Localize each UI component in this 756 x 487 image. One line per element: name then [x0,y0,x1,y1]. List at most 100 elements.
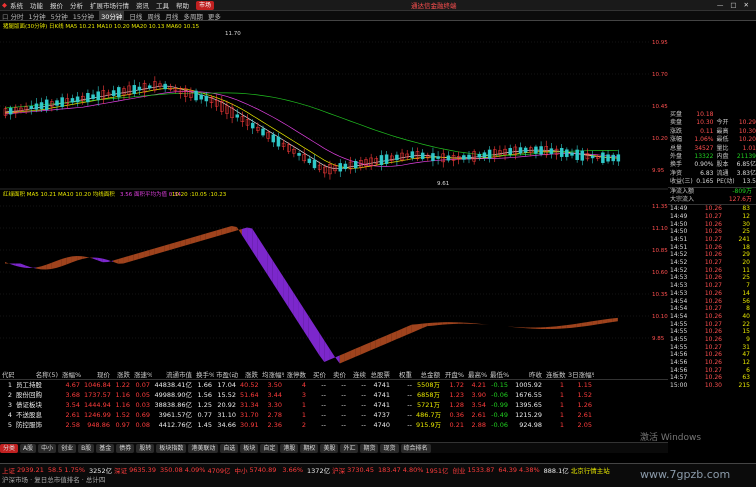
column-header[interactable]: 总股票 [368,371,392,379]
menu-item-ext-market[interactable]: 扩展市场行情 [90,0,129,10]
candle-body [379,155,384,166]
category-tab[interactable]: 中小 [38,443,57,453]
column-header[interactable]: 涨跌 [112,371,132,379]
cell-d3: 1.26 [577,401,592,409]
tab-fenshi[interactable]: 分时 [11,11,24,21]
column-header[interactable]: 3日涨幅% [566,371,594,379]
category-tab[interactable]: 板块 [240,443,259,453]
candle-body [384,154,389,164]
column-header[interactable]: 开盘% [442,371,466,379]
indicator-area-segment [293,292,299,323]
tab-15min[interactable]: 15分钟 [73,11,94,21]
column-header[interactable]: 涨速% [132,371,152,379]
cell-cont: -- [361,411,366,419]
tick-row: 14:52 10.26 29 [668,251,756,259]
column-header[interactable]: 均涨幅% [260,371,284,379]
maximize-icon[interactable]: □ [730,1,736,9]
category-tab[interactable]: 现货 [380,443,399,453]
column-header[interactable]: 最低% [488,371,510,379]
category-tab[interactable]: 债券 [116,443,135,453]
category-tab[interactable]: 自定 [260,443,279,453]
column-header[interactable]: 涨幅% [60,371,82,379]
index-label: 58.5 [47,465,63,474]
indicator-area-segment [92,257,98,261]
column-header[interactable]: 权重 [392,371,414,379]
column-header[interactable]: 名称(5) [14,371,60,379]
tick-volume: 241 [738,236,750,244]
table-row[interactable]: 1 员工持股 4.67 1046.84 1.22 0.07 44838.41亿 1.66 17.… [0,380,668,390]
minimize-icon[interactable]: — [717,1,724,9]
tab-multi[interactable]: 多周期 [183,11,203,21]
tab-more[interactable]: 更多 [208,11,221,21]
column-header[interactable]: 连续 [348,371,368,379]
category-tab[interactable]: 板块指数 [156,443,187,453]
category-tab[interactable]: 自选 [220,443,239,453]
category-tab[interactable]: B股 [78,443,95,453]
category-tab[interactable]: 外汇 [340,443,359,453]
category-tab[interactable]: 期货 [360,443,379,453]
column-header[interactable]: 昨收 [510,371,544,379]
table-row[interactable]: 3 债证板块 3.54 1444.94 1.16 0.03 38838.86亿 1.25 20.… [0,400,668,410]
menu-bar: ◆ 系统 功能 报价 分析 扩展市场行情 资讯 工具 帮助 市场 通达信金融终端… [0,0,756,11]
column-header[interactable]: 换手% [194,371,214,379]
cell-lb: 1 [559,401,564,409]
column-header[interactable]: 涨跌 [238,371,260,379]
index-label: 888.1亿 [543,466,569,475]
indicator-areas [5,226,618,364]
column-header[interactable]: 总金额 [414,371,442,379]
candlestick-chart[interactable]: 猪腿版面(30分钟) 日K线 MA5 10.21 MA10 10.20 MA20… [0,22,668,370]
tab-month[interactable]: 月线 [165,11,178,21]
menu-item-help[interactable]: 帮助 [176,0,189,10]
indicator-area-segment [77,256,83,261]
tab-day[interactable]: 日线 [129,11,142,21]
y-tick-label: 9.85 [652,336,665,342]
column-header[interactable]: 涨停数 [284,371,308,379]
menu-item-news[interactable]: 资讯 [136,0,149,10]
tab-week[interactable]: 周线 [147,11,160,21]
column-header[interactable]: 连板数 [544,371,566,379]
category-tab[interactable]: 期权 [300,443,319,453]
quote-key2: 股本 [716,161,729,169]
candle-body [29,106,33,109]
tab-30min[interactable]: 30分钟 [99,10,125,21]
table-row[interactable]: 2 股份回购 3.68 1737.57 1.16 0.05 49988.90亿 1.56 15.… [0,390,668,400]
column-header[interactable]: 卖价 [328,371,348,379]
column-header[interactable]: 代码 [0,371,14,379]
table-row[interactable]: 5 防控服饰 2.58 948.86 0.97 0.08 4412.76亿 1.45 34.66… [0,420,668,430]
tab-5min[interactable]: 5分钟 [51,11,68,21]
menu-item-tools[interactable]: 工具 [156,0,169,10]
category-tab[interactable]: 创业 [58,443,77,453]
menu-item-system[interactable]: 系统 [10,0,23,10]
category-tab[interactable]: A股 [20,443,37,453]
category-tab[interactable]: 分类 [0,443,19,453]
flow-key: 净流入额 [670,187,695,195]
category-tab[interactable]: 股转 [136,443,155,453]
menu-item-market[interactable]: 市场 [196,0,215,10]
cell-chg: 1.16 [115,401,130,409]
candle-body [462,155,466,160]
column-header[interactable]: 流通市值 [152,371,194,379]
tick-row: 14:54 10.27 8 [668,305,756,313]
tick-volume: 11 [742,266,750,274]
column-header[interactable]: 现价 [82,371,112,379]
category-tab[interactable]: 综合排名 [400,443,431,453]
column-header[interactable]: 最高% [466,371,488,379]
category-tab[interactable]: 美股 [320,443,339,453]
table-row[interactable]: 4 不送股息 2.61 1246.99 1.52 0.69 3961.57亿 0.77 31.1… [0,410,668,420]
quote-key: 涨幅 [670,136,683,144]
cell-name: 不送股息 [16,411,42,419]
close-icon[interactable]: ✕ [744,1,749,9]
tab-1min[interactable]: 1分钟 [29,11,46,21]
category-tab[interactable]: 基金 [96,443,115,453]
cell-low: -0.99 [491,401,508,409]
column-header[interactable]: 市盈(动) [214,371,238,379]
column-header[interactable]: 买价 [308,371,328,379]
category-tab[interactable]: 港股 [280,443,299,453]
menu-item-function[interactable]: 功能 [30,0,43,10]
menu-item-analysis[interactable]: 分析 [70,0,83,10]
cell-amt: 486.7万 [416,411,442,419]
category-tab[interactable]: 港美联动 [188,443,219,453]
quote-key2: 流通 [716,169,729,177]
cell-weight: -- [407,421,412,429]
menu-item-quote[interactable]: 报价 [50,0,63,10]
